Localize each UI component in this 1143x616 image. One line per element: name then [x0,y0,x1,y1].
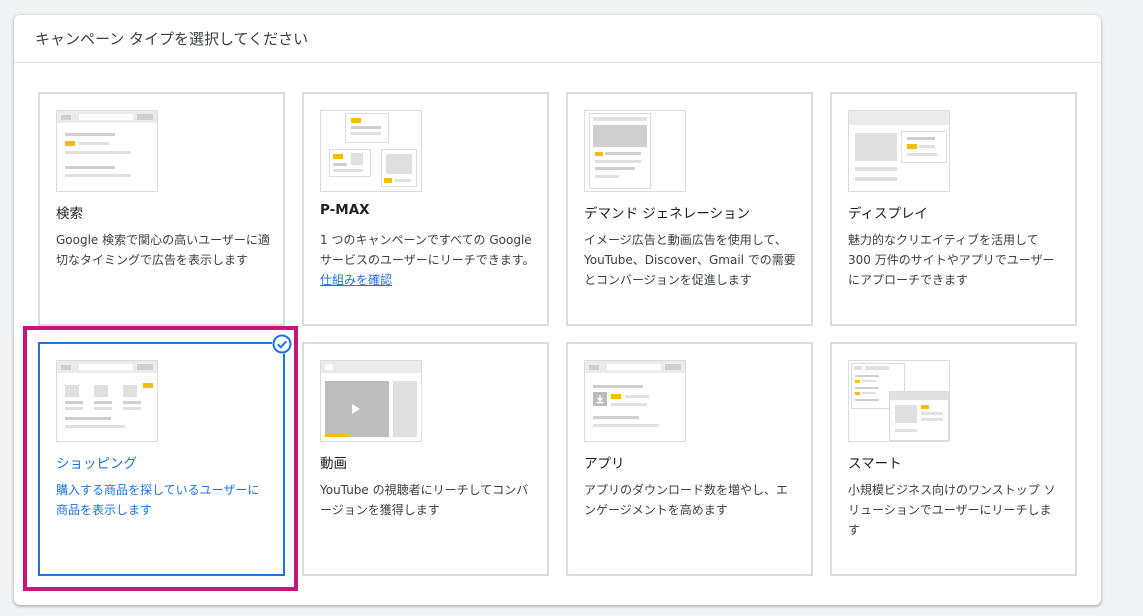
shopping-thumbnail [56,360,158,442]
card-description: イメージ広告と動画広告を使用して、YouTube、Discover、Gmail … [584,233,796,287]
display-thumbnail [848,110,950,192]
campaign-card-shopping[interactable]: ショッピング 購入する商品を探しているユーザーに商品を表示します [38,334,292,576]
video-thumbnail [320,360,422,442]
check-circle-icon [272,334,292,354]
card-title: デマンド ジェネレーション [584,206,751,222]
card-description: 魅力的なクリエイティブを活用して 300 万件のサイトやアプリでユーザーにアプロ… [848,233,1055,287]
download-icon [596,395,604,404]
campaign-card-search[interactable]: 検索 Google 検索で関心の高いユーザーに適切なタイミングで広告を表示します [38,92,285,326]
card-description: 小規模ビジネス向けのワンストップ ソリューションでユーザーにリーチします [848,483,1056,537]
card-title: 動画 [320,456,347,472]
card-description: 購入する商品を探しているユーザーに商品を表示します [56,483,260,517]
card-title: ディスプレイ [848,206,929,222]
campaign-card-video[interactable]: 動画 YouTube の視聴者にリーチしてコンバージョンを獲得します [302,342,549,576]
card-description: YouTube の視聴者にリーチしてコンバージョンを獲得します [320,483,529,517]
card-title: 検索 [56,206,83,222]
play-icon [352,404,360,414]
campaign-card-display[interactable]: ディスプレイ 魅力的なクリエイティブを活用して 300 万件のサイトやアプリでユ… [830,92,1077,326]
card-description: アプリのダウンロード数を増やし、エンゲージメントを高めます [584,483,789,517]
card-description: Google 検索で関心の高いユーザーに適切なタイミングで広告を表示します [56,233,270,267]
app-thumbnail [584,360,686,442]
campaign-card-smart[interactable]: スマート 小規模ビジネス向けのワンストップ ソリューションでユーザーにリーチしま… [830,342,1077,576]
learn-how-it-works-link[interactable]: 仕組みを確認 [320,273,392,287]
campaign-card-demand-gen[interactable]: デマンド ジェネレーション イメージ広告と動画広告を使用して、YouTube、D… [566,92,813,326]
search-thumbnail [56,110,158,192]
card-description-text: 1 つのキャンペーンですべての Google サービスのユーザーにリーチできます… [320,233,535,267]
card-title: P-MAX [320,202,370,218]
smart-thumbnail [848,360,950,442]
card-title: アプリ [584,456,625,472]
demand-gen-thumbnail [584,110,686,192]
card-title: ショッピング [56,456,137,472]
campaign-card-app[interactable]: アプリ アプリのダウンロード数を増やし、エンゲージメントを高めます [566,342,813,576]
panel-title: キャンペーン タイプを選択してください [14,15,1101,63]
card-description: 1 つのキャンペーンですべての Google サービスのユーザーにリーチできます… [320,230,535,290]
campaign-card-pmax[interactable]: P-MAX 1 つのキャンペーンですべての Google サービスのユーザーにリ… [302,92,549,326]
card-title: スマート [848,456,902,472]
pmax-thumbnail [320,110,422,192]
